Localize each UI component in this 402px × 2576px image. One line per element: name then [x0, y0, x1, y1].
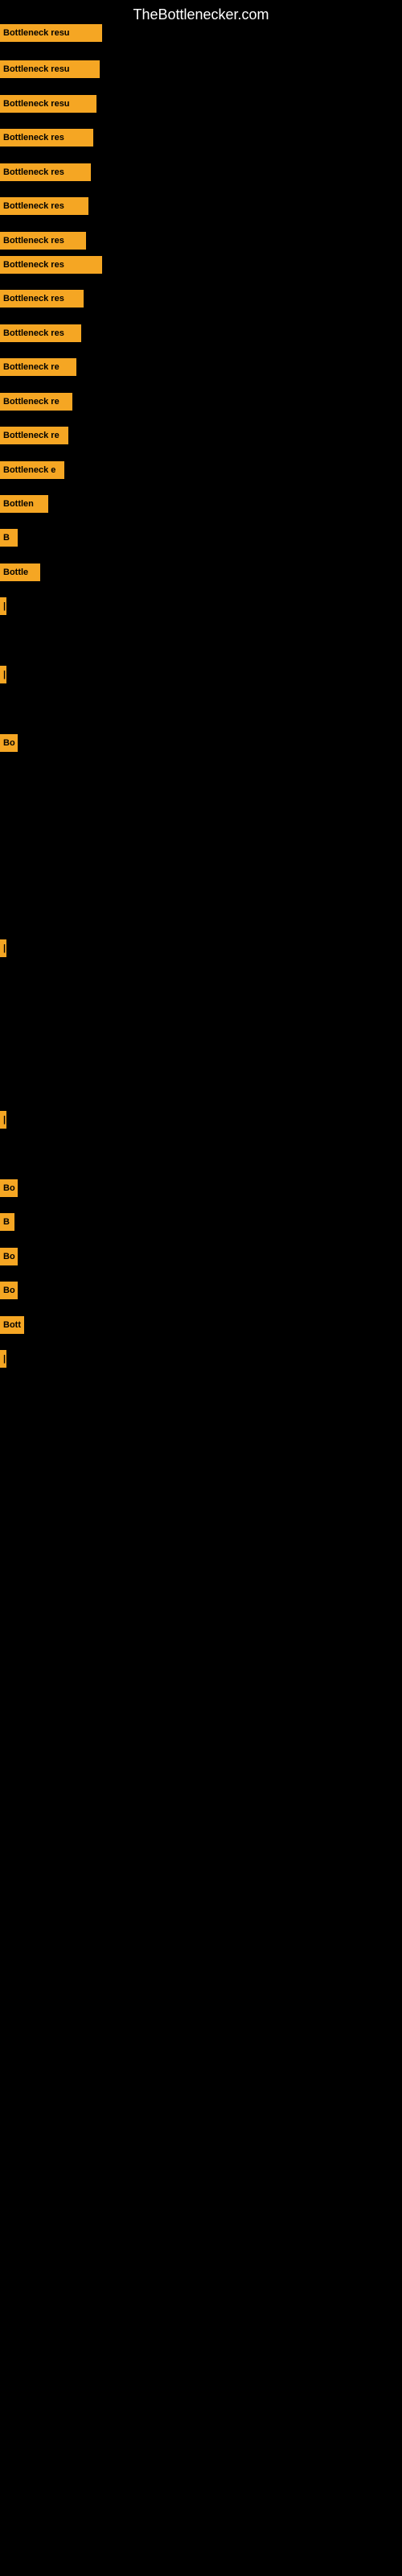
bottleneck-item: Bottleneck res: [0, 232, 86, 250]
bottleneck-item: Bottleneck res: [0, 290, 84, 308]
bottleneck-item: Bottleneck re: [0, 427, 68, 444]
bottleneck-item: Bottleneck e: [0, 461, 64, 479]
bottleneck-item: B: [0, 1213, 14, 1231]
bottleneck-item: Bottle: [0, 564, 40, 581]
bottleneck-item: Bottleneck res: [0, 197, 88, 215]
bottleneck-item: |: [0, 666, 6, 683]
bottleneck-item: |: [0, 1111, 6, 1129]
bottleneck-item: B: [0, 529, 18, 547]
bottleneck-item: Bottlen: [0, 495, 48, 513]
bottleneck-item: Bottleneck resu: [0, 95, 96, 113]
bottleneck-item: |: [0, 1350, 6, 1368]
bottleneck-item: Bottleneck res: [0, 324, 81, 342]
bottleneck-item: Bo: [0, 1248, 18, 1265]
bottleneck-item: Bottleneck res: [0, 163, 91, 181]
bottleneck-item: Bo: [0, 1282, 18, 1299]
bottleneck-item: |: [0, 597, 6, 615]
bottleneck-item: Bottleneck re: [0, 393, 72, 411]
bottleneck-item: Bottleneck res: [0, 256, 102, 274]
bottleneck-item: Bottleneck resu: [0, 60, 100, 78]
bottleneck-item: Bottleneck resu: [0, 24, 102, 42]
bottleneck-item: Bottleneck re: [0, 358, 76, 376]
bottleneck-item: Bo: [0, 1179, 18, 1197]
bottleneck-item: Bottleneck res: [0, 129, 93, 147]
bottleneck-item: Bott: [0, 1316, 24, 1334]
bottleneck-item: Bo: [0, 734, 18, 752]
bottleneck-item: |: [0, 939, 6, 957]
